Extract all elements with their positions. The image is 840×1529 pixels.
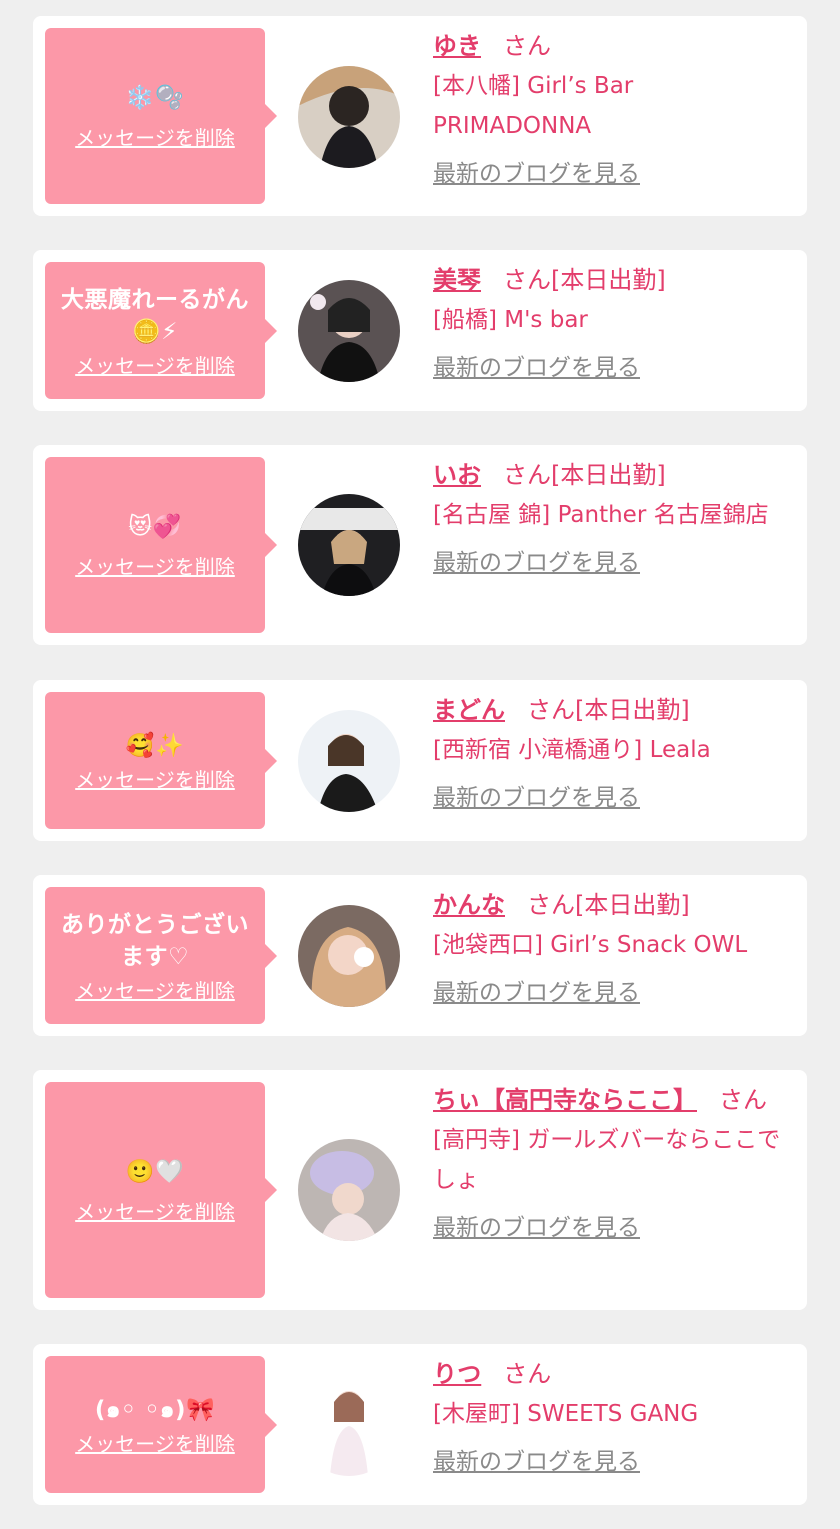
name-line: りつ さん	[433, 1354, 783, 1394]
list-item: 🙂🤍 メッセージを削除 ちぃ【高円寺ならここ】 さん [高円寺] ガールズバーなら…	[33, 1070, 807, 1310]
shop-name: [船橋] M's bar	[433, 307, 588, 333]
profile-photo-icon	[298, 905, 400, 1007]
shop-name: [池袋西口] Girl’s Snack OWL	[433, 932, 748, 958]
message-bubble: 大悪魔れーるがん🪙⚡ メッセージを削除	[45, 262, 277, 399]
latest-blog-link[interactable]: 最新のブログを見る	[433, 158, 640, 190]
item-info: ちぃ【高円寺ならここ】 さん [高円寺] ガールズバーならここでしょ 最新のブログ…	[433, 1080, 783, 1244]
message-bubble: ❄️🫧 メッセージを削除	[45, 28, 277, 204]
message-text: 🥰✨	[125, 732, 185, 759]
message-bubble: 🥰✨ メッセージを削除	[45, 692, 277, 829]
latest-blog-link[interactable]: 最新のブログを見る	[433, 1446, 640, 1478]
delete-message-link[interactable]: メッセージを削除	[75, 354, 235, 378]
name-line: かんな さん[本日出勤]	[433, 885, 783, 925]
message-bubble: 🙂🤍 メッセージを削除	[45, 1082, 277, 1298]
list-item: 🥰✨ メッセージを削除 まどん さん[本日出勤] [西新宿 小滝橋通り] Leal…	[33, 680, 807, 841]
delete-message-link[interactable]: メッセージを削除	[75, 1432, 235, 1456]
girl-name-link[interactable]: かんな	[433, 891, 505, 919]
girl-name-link[interactable]: りつ	[433, 1360, 481, 1388]
honorific: さん	[503, 32, 551, 60]
item-info: ゆき さん [本八幡] Girl’s Bar PRIMADONNA 最新のブログを…	[433, 26, 783, 190]
avatar[interactable]	[298, 905, 400, 1007]
profile-photo-icon	[298, 280, 400, 382]
honorific: さん[本日出勤]	[503, 266, 666, 294]
item-info: かんな さん[本日出勤] [池袋西口] Girl’s Snack OWL 最新のブ…	[433, 885, 783, 1009]
message-text: 😻💞	[128, 514, 182, 540]
list-item: (๑◦ ◦๑)🎀 メッセージを削除 りつ さん [木屋町] SWEETS GANG…	[33, 1344, 807, 1505]
profile-photo-icon	[298, 66, 400, 168]
item-info: まどん さん[本日出勤] [西新宿 小滝橋通り] Leala 最新のブログを見る	[433, 690, 783, 814]
girl-name-link[interactable]: 美琴	[433, 266, 481, 294]
avatar[interactable]	[298, 1139, 400, 1241]
name-line: ちぃ【高円寺ならここ】 さん	[433, 1080, 783, 1120]
latest-blog-link[interactable]: 最新のブログを見る	[433, 782, 640, 814]
item-info: 美琴 さん[本日出勤] [船橋] M's bar 最新のブログを見る	[433, 260, 783, 384]
shop-name: [名古屋 錦] Panther 名古屋錦店	[433, 502, 769, 528]
girl-name-link[interactable]: ゆき	[433, 32, 481, 60]
delete-message-link[interactable]: メッセージを削除	[75, 126, 235, 150]
profile-photo-icon	[298, 494, 400, 596]
delete-message-link[interactable]: メッセージを削除	[75, 555, 235, 579]
avatar[interactable]	[298, 710, 400, 812]
message-text: 大悪魔れーるがん🪙⚡	[61, 286, 249, 345]
profile-photo-icon	[298, 1374, 400, 1476]
girl-name-link[interactable]: まどん	[433, 696, 505, 724]
message-text: ありがとうございます♡	[61, 911, 249, 970]
delete-message-link[interactable]: メッセージを削除	[75, 979, 235, 1003]
message-list: ❄️🫧 メッセージを削除 ゆき さん [本八幡] Girl’s Bar PRIMA…	[0, 0, 840, 1529]
latest-blog-link[interactable]: 最新のブログを見る	[433, 547, 640, 579]
honorific: さん[本日出勤]	[527, 696, 690, 724]
message-bubble: ありがとうございます♡ メッセージを削除	[45, 887, 277, 1024]
avatar[interactable]	[298, 1374, 400, 1476]
honorific: さん	[503, 1360, 552, 1388]
avatar[interactable]	[298, 280, 400, 382]
list-item: ❄️🫧 メッセージを削除 ゆき さん [本八幡] Girl’s Bar PRIMA…	[33, 16, 807, 216]
name-line: まどん さん[本日出勤]	[433, 690, 783, 730]
honorific: さん[本日出勤]	[527, 891, 690, 919]
shop-name: [高円寺] ガールズバーならここでしょ	[433, 1127, 781, 1193]
delete-message-link[interactable]: メッセージを削除	[75, 768, 235, 792]
girl-name-link[interactable]: いお	[433, 461, 481, 489]
latest-blog-link[interactable]: 最新のブログを見る	[433, 977, 640, 1009]
shop-name: [木屋町] SWEETS GANG	[433, 1401, 699, 1427]
honorific: さん	[719, 1086, 767, 1114]
list-item: 😻💞 メッセージを削除 いお さん[本日出勤] [名古屋 錦] Panther 名…	[33, 445, 807, 645]
name-line: 美琴 さん[本日出勤]	[433, 260, 783, 300]
list-item: ありがとうございます♡ メッセージを削除 かんな さん[本日出勤] [池袋西口] …	[33, 875, 807, 1036]
message-bubble: 😻💞 メッセージを削除	[45, 457, 277, 633]
latest-blog-link[interactable]: 最新のブログを見る	[433, 352, 640, 384]
profile-photo-icon	[298, 710, 400, 812]
avatar[interactable]	[298, 66, 400, 168]
message-text: 🙂🤍	[125, 1159, 185, 1185]
list-item: 大悪魔れーるがん🪙⚡ メッセージを削除 美琴 さん[本日出勤] [船橋] M's …	[33, 250, 807, 411]
message-text: (๑◦ ◦๑)🎀	[94, 1396, 216, 1423]
item-info: りつ さん [木屋町] SWEETS GANG 最新のブログを見る	[433, 1354, 783, 1478]
avatar[interactable]	[298, 494, 400, 596]
item-info: いお さん[本日出勤] [名古屋 錦] Panther 名古屋錦店 最新のブログを…	[433, 455, 783, 579]
shop-name: [西新宿 小滝橋通り] Leala	[433, 737, 711, 763]
honorific: さん[本日出勤]	[503, 461, 666, 489]
shop-name: [本八幡] Girl’s Bar PRIMADONNA	[433, 73, 634, 139]
latest-blog-link[interactable]: 最新のブログを見る	[433, 1212, 640, 1244]
profile-photo-icon	[298, 1139, 400, 1241]
name-line: いお さん[本日出勤]	[433, 455, 783, 495]
message-bubble: (๑◦ ◦๑)🎀 メッセージを削除	[45, 1356, 277, 1493]
name-line: ゆき さん	[433, 26, 783, 66]
message-text: ❄️🫧	[125, 85, 185, 111]
girl-name-link[interactable]: ちぃ【高円寺ならここ】	[433, 1086, 697, 1114]
delete-message-link[interactable]: メッセージを削除	[75, 1200, 235, 1224]
